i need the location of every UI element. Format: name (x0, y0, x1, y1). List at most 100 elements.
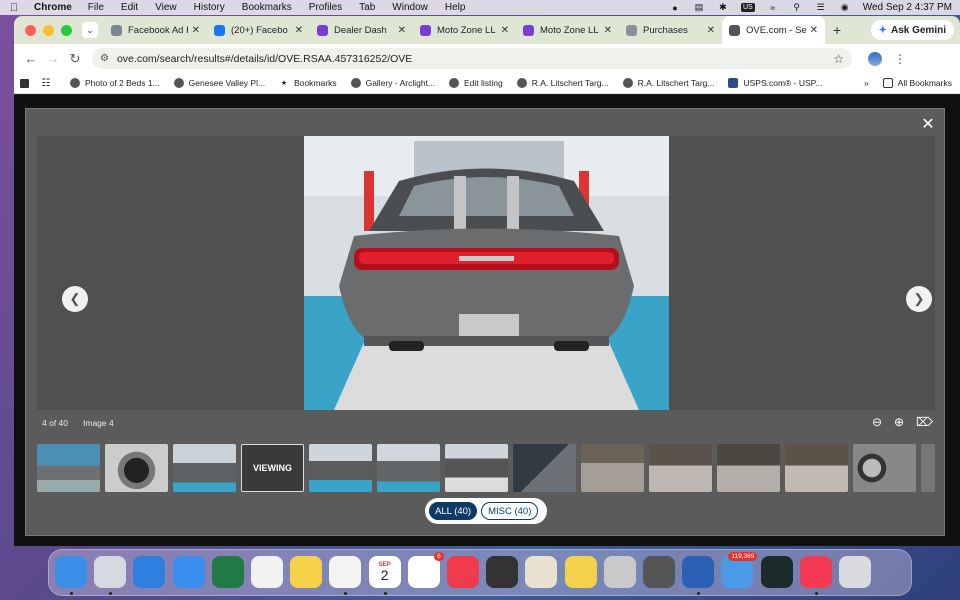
thumbnail-5[interactable] (309, 444, 372, 492)
control-center-icon[interactable]: ☰ (815, 2, 827, 13)
ask-gemini-button[interactable]: ✦ Ask Gemini (870, 20, 954, 40)
tab-1[interactable]: Facebook Ad R ✕ (104, 16, 207, 44)
thumbnail-14[interactable] (921, 444, 935, 492)
sidebar-toggle-icon[interactable] (20, 78, 29, 88)
thumbnail-3[interactable] (173, 444, 236, 492)
creative-cloud-icon[interactable]: ● (669, 3, 681, 13)
dock-preview-icon[interactable] (525, 556, 558, 588)
dock-notes-icon[interactable] (290, 556, 323, 588)
bookmark-item-1[interactable]: ☷ (41, 78, 56, 89)
dock-excel-icon[interactable] (211, 556, 244, 588)
close-tab-icon[interactable]: ✕ (707, 25, 715, 36)
bookmark-item-4[interactable]: ★ Bookmarks (279, 78, 337, 88)
bookmark-star-icon[interactable]: ☆ (833, 52, 844, 66)
dock-reminders-icon[interactable]: 6 (407, 552, 444, 588)
tab-3[interactable]: Dealer Dash ✕ (310, 16, 413, 44)
tab-search-dropdown[interactable]: ⌄ (82, 22, 98, 38)
bluetooth-icon[interactable]: ✱ (717, 2, 729, 13)
dock-music-icon[interactable] (799, 556, 832, 588)
thumbnail-2[interactable] (105, 444, 168, 492)
menu-history[interactable]: History (194, 2, 225, 13)
apple-icon[interactable]:  (8, 2, 20, 14)
dock-news-icon[interactable] (447, 556, 479, 588)
menu-profiles[interactable]: Profiles (309, 2, 342, 13)
thumbnail-10[interactable] (649, 444, 712, 492)
filter-misc-button[interactable]: MISC (40) (481, 502, 539, 520)
menu-tab[interactable]: Tab (359, 2, 375, 13)
siri-icon[interactable]: ◉ (839, 2, 851, 13)
close-window-button[interactable] (25, 24, 36, 36)
new-tab-button[interactable]: + (833, 22, 841, 38)
dock-trash-icon[interactable] (839, 556, 871, 588)
dock-activity-monitor-icon[interactable] (760, 556, 793, 588)
bookmark-item-8[interactable]: R.A. Litschert Targ... (622, 78, 714, 88)
next-image-button[interactable]: ❯ (906, 286, 932, 312)
thumbnail-13[interactable] (853, 444, 916, 492)
close-tab-icon[interactable]: ✕ (398, 25, 406, 36)
input-source[interactable]: US (740, 3, 755, 12)
dock-stickies-icon[interactable] (564, 556, 597, 588)
thumbnail-11[interactable] (717, 444, 780, 492)
thumbnail-8[interactable] (513, 444, 576, 492)
back-button[interactable]: ← (20, 51, 42, 66)
address-bar[interactable]: ⚙ ove.com/search/results#/details/id/OVE… (92, 48, 852, 69)
dock-keychain-icon[interactable] (643, 556, 675, 588)
thumbnail-1[interactable] (37, 444, 100, 492)
tab-6[interactable]: Purchases ✕ (619, 16, 722, 44)
menu-window[interactable]: Window (392, 2, 428, 13)
tab-4[interactable]: Moto Zone LL ✕ (413, 16, 516, 44)
search-icon[interactable]: ⚲ (791, 2, 803, 13)
close-tab-icon[interactable]: ✕ (604, 25, 612, 36)
dock-whatsapp-icon[interactable] (603, 556, 636, 588)
close-tab-icon[interactable]: ✕ (501, 25, 509, 36)
dock-safari-icon[interactable] (133, 556, 166, 588)
thumbnail-6[interactable] (377, 444, 440, 492)
menu-file[interactable]: File (88, 2, 104, 13)
zoom-window-button[interactable] (61, 24, 72, 36)
close-tab-icon[interactable]: ✕ (295, 25, 303, 36)
zoom-in-icon[interactable]: ⊕ (894, 415, 904, 429)
menu-kebab-icon[interactable]: ⋮ (894, 52, 906, 66)
tab-7[interactable]: OVE.com - Se ✕ (722, 16, 825, 44)
profile-avatar[interactable] (868, 51, 882, 66)
dock-mail-icon[interactable]: 119,369 (721, 552, 758, 588)
previous-image-button[interactable]: ❮ (62, 286, 88, 312)
dock-calculator-icon[interactable] (486, 556, 519, 588)
dock-chrome-icon[interactable] (329, 556, 362, 588)
fullscreen-icon[interactable]: ⌦ (916, 415, 933, 429)
bookmark-item-5[interactable]: Gallery - Arclight... (350, 78, 435, 88)
dock-photos-icon[interactable] (251, 556, 283, 588)
close-tab-icon[interactable]: ✕ (192, 25, 200, 36)
dock-finder-icon[interactable] (55, 556, 87, 588)
menu-view[interactable]: View (155, 2, 177, 13)
thumbnail-9[interactable] (581, 444, 644, 492)
tab-2[interactable]: (20+) Facebo ✕ (207, 16, 310, 44)
forward-button[interactable]: → (42, 51, 64, 66)
close-icon[interactable]: ✕ (918, 115, 938, 135)
dock-launchpad-icon[interactable] (94, 556, 127, 588)
filter-all-button[interactable]: ALL (40) (429, 502, 478, 520)
minimize-window-button[interactable] (43, 24, 54, 36)
clock[interactable]: Wed Sep 2 4:37 PM (863, 2, 952, 13)
battery-icon[interactable]: ▤ (693, 2, 705, 13)
bookmark-item-9[interactable]: USPS.com® - USP... (728, 78, 822, 88)
dock-app-store-icon[interactable] (172, 556, 205, 588)
tab-5[interactable]: Moto Zone LL ✕ (516, 16, 619, 44)
dock-calendar-icon[interactable]: SEP 2 (368, 556, 401, 588)
bookmark-item-3[interactable]: Genesee Valley Pl... (173, 78, 265, 88)
close-tab-icon[interactable]: ✕ (810, 25, 818, 36)
dock-word-icon[interactable] (682, 556, 715, 588)
menu-bookmarks[interactable]: Bookmarks (242, 2, 292, 13)
menu-app-name[interactable]: Chrome (34, 2, 72, 13)
thumbnail-4-current[interactable]: VIEWING (241, 444, 304, 492)
thumbnail-7[interactable] (445, 444, 508, 492)
bookmark-item-6[interactable]: Edit listing (449, 78, 503, 88)
menu-help[interactable]: Help (445, 2, 466, 13)
all-bookmarks-folder[interactable]: All Bookmarks (882, 78, 952, 88)
menu-edit[interactable]: Edit (121, 2, 138, 13)
more-bookmarks-chevron-icon[interactable]: » (864, 78, 869, 88)
site-info-icon[interactable]: ⚙ (100, 53, 109, 64)
thumbnail-12[interactable] (785, 444, 848, 492)
reload-button[interactable]: ↻ (64, 51, 86, 67)
bookmark-item-2[interactable]: Photo of 2 Beds 1... (70, 78, 160, 88)
